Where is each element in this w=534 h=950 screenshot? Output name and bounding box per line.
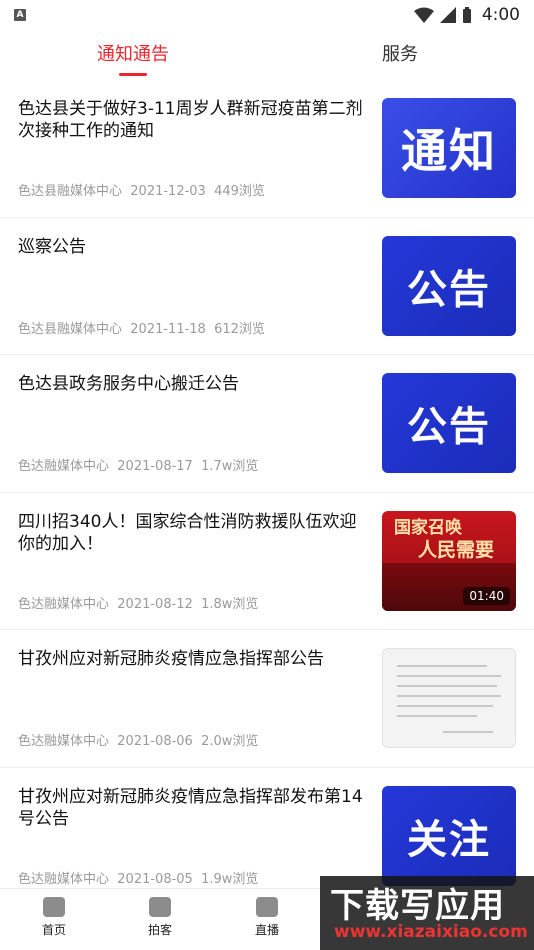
watermark: 下载写应用 www.xiazaixiao.com: [320, 876, 534, 950]
thumb-subheadline: 人民需要: [418, 538, 495, 561]
item-views: 449浏览: [214, 184, 265, 199]
item-meta: 色达县融媒体中心 2021-11-18 612浏览: [18, 318, 265, 337]
video-duration-badge: 01:40: [463, 586, 510, 605]
item-date: 2021-08-05: [117, 871, 193, 887]
video-icon: [256, 897, 278, 917]
nav-label: 拍客: [147, 923, 172, 937]
list-item[interactable]: 色达县关于做好3-11周岁人群新冠疫苗第二剂次接种工作的通知 色达县融媒体中心 …: [0, 80, 534, 218]
item-views: 1.9w浏览: [201, 871, 259, 887]
list-item[interactable]: 四川招340人！国家综合性消防救援队伍欢迎你的加入！ 色达融媒体中心 2021-…: [0, 493, 534, 630]
tab-notices[interactable]: 通知通告: [97, 40, 169, 76]
item-source: 色达县融媒体中心: [18, 321, 123, 337]
clock: 4:00: [481, 5, 520, 25]
camera-icon: [149, 897, 171, 917]
item-title: 四川招340人！国家综合性消防救援队伍欢迎你的加入！: [18, 511, 357, 554]
thumb-text: 公告: [407, 266, 491, 313]
item-date: 2021-08-06: [117, 734, 193, 749]
watermark-url: www.xiazaixiao.com: [334, 922, 528, 942]
item-source: 色达融媒体中心: [18, 596, 110, 612]
nav-label: 首页: [41, 923, 66, 937]
thumb-text: 公告: [407, 404, 491, 450]
watermark-title: 下载写应用: [330, 886, 505, 926]
item-meta: 色达融媒体中心 2021-08-05 1.9w浏览: [18, 868, 258, 887]
home-icon: [43, 897, 65, 917]
video-thumbnail[interactable]: 国家召唤 人民需要 01:40: [382, 510, 516, 611]
item-title: 巡察公告: [18, 236, 86, 257]
item-title: 甘孜州应对新冠肺炎疫情应急指挥部公告: [18, 649, 324, 669]
item-date: 2021-11-18: [130, 321, 206, 337]
item-thumbnail: 关注: [382, 785, 516, 886]
item-views: 2.0w浏览: [201, 734, 259, 749]
item-thumbnail: 公告: [382, 373, 516, 473]
nav-paike[interactable]: 拍客: [130, 897, 190, 938]
wifi-icon: [413, 7, 434, 23]
item-views: 1.7w浏览: [201, 459, 259, 474]
nav-label: 直播: [254, 923, 279, 937]
item-views: 1.8w浏览: [201, 596, 259, 612]
item-date: 2021-08-12: [117, 596, 193, 612]
document-thumbnail: [382, 648, 516, 748]
nav-live[interactable]: 直播: [237, 897, 297, 938]
item-title: 色达县政务服务中心搬迁公告: [18, 374, 239, 394]
nav-home[interactable]: 首页: [24, 897, 84, 938]
item-views: 612浏览: [214, 321, 265, 337]
thumb-text: 关注: [407, 816, 491, 863]
signal-icon: [439, 7, 456, 23]
item-source: 色达县融媒体中心: [18, 184, 123, 199]
item-date: 2021-12-03: [130, 184, 206, 199]
item-thumbnail: 通知: [382, 98, 516, 198]
battery-icon: [462, 7, 471, 23]
news-feed: 色达县关于做好3-11周岁人群新冠疫苗第二剂次接种工作的通知 色达县融媒体中心 …: [0, 80, 534, 905]
top-tabs: 通知通告 服务: [0, 34, 534, 76]
status-bar: A 4:00: [0, 0, 534, 30]
item-thumbnail: 公告: [382, 235, 516, 336]
item-meta: 色达融媒体中心 2021-08-12 1.8w浏览: [18, 593, 258, 612]
item-meta: 色达县融媒体中心 2021-12-03 449浏览: [18, 180, 265, 199]
list-item[interactable]: 巡察公告 色达县融媒体中心 2021-11-18 612浏览 公告: [0, 218, 534, 355]
tab-service[interactable]: 服务: [382, 40, 418, 66]
list-item[interactable]: 色达县政务服务中心搬迁公告 色达融媒体中心 2021-08-17 1.7w浏览 …: [0, 355, 534, 493]
item-meta: 色达融媒体中心 2021-08-17 1.7w浏览: [18, 455, 258, 474]
list-item[interactable]: 甘孜州应对新冠肺炎疫情应急指挥部公告 色达融媒体中心 2021-08-06 2.…: [0, 630, 534, 768]
item-source: 色达融媒体中心: [18, 734, 110, 749]
thumb-text: 通知: [401, 124, 497, 178]
item-meta: 色达融媒体中心 2021-08-06 2.0w浏览: [18, 730, 258, 749]
item-title: 色达县关于做好3-11周岁人群新冠疫苗第二剂次接种工作的通知: [18, 99, 363, 141]
item-date: 2021-08-17: [117, 459, 193, 474]
item-title: 甘孜州应对新冠肺炎疫情应急指挥部发布第14号公告: [18, 786, 363, 829]
item-source: 色达融媒体中心: [18, 459, 110, 474]
notification-icon: A: [14, 9, 26, 21]
item-source: 色达融媒体中心: [18, 871, 110, 887]
